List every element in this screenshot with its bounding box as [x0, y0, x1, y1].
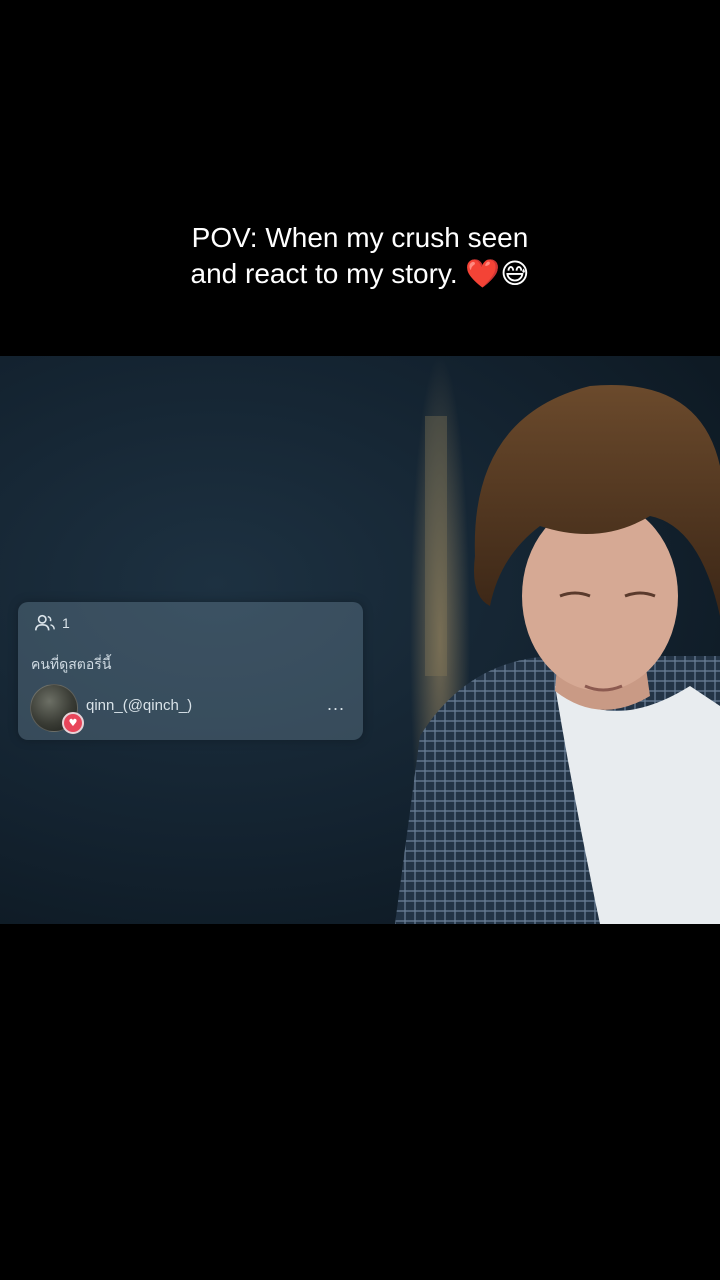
viewer-row[interactable]: ♥ qinn_(@qinch_) ...: [30, 684, 355, 734]
viewer-count-value: 1: [62, 615, 70, 631]
caption-line-2-text: and react to my story.: [190, 258, 458, 289]
people-icon: [35, 614, 55, 631]
video-caption: POV: When my crush seen and react to my …: [0, 220, 720, 292]
viewer-count: 1: [34, 612, 70, 634]
viewer-name[interactable]: qinn_(@qinch_): [86, 697, 192, 714]
sweat-smile-emoji-icon: 😅: [500, 257, 530, 290]
heart-icon: ♥: [62, 712, 84, 734]
story-viewers-panel: 1 คนที่ดูสตอรี่นี้ ♥ qinn_(@qinch_) ...: [18, 602, 363, 740]
caption-line-2: and react to my story. ❤️😅: [0, 256, 720, 292]
heart-emoji-icon: ❤️: [465, 257, 501, 290]
caption-line-1: POV: When my crush seen: [191, 222, 529, 253]
viewers-title: คนที่ดูสตอรี่นี้: [31, 657, 112, 673]
more-dots-icon[interactable]: ...: [327, 694, 345, 715]
